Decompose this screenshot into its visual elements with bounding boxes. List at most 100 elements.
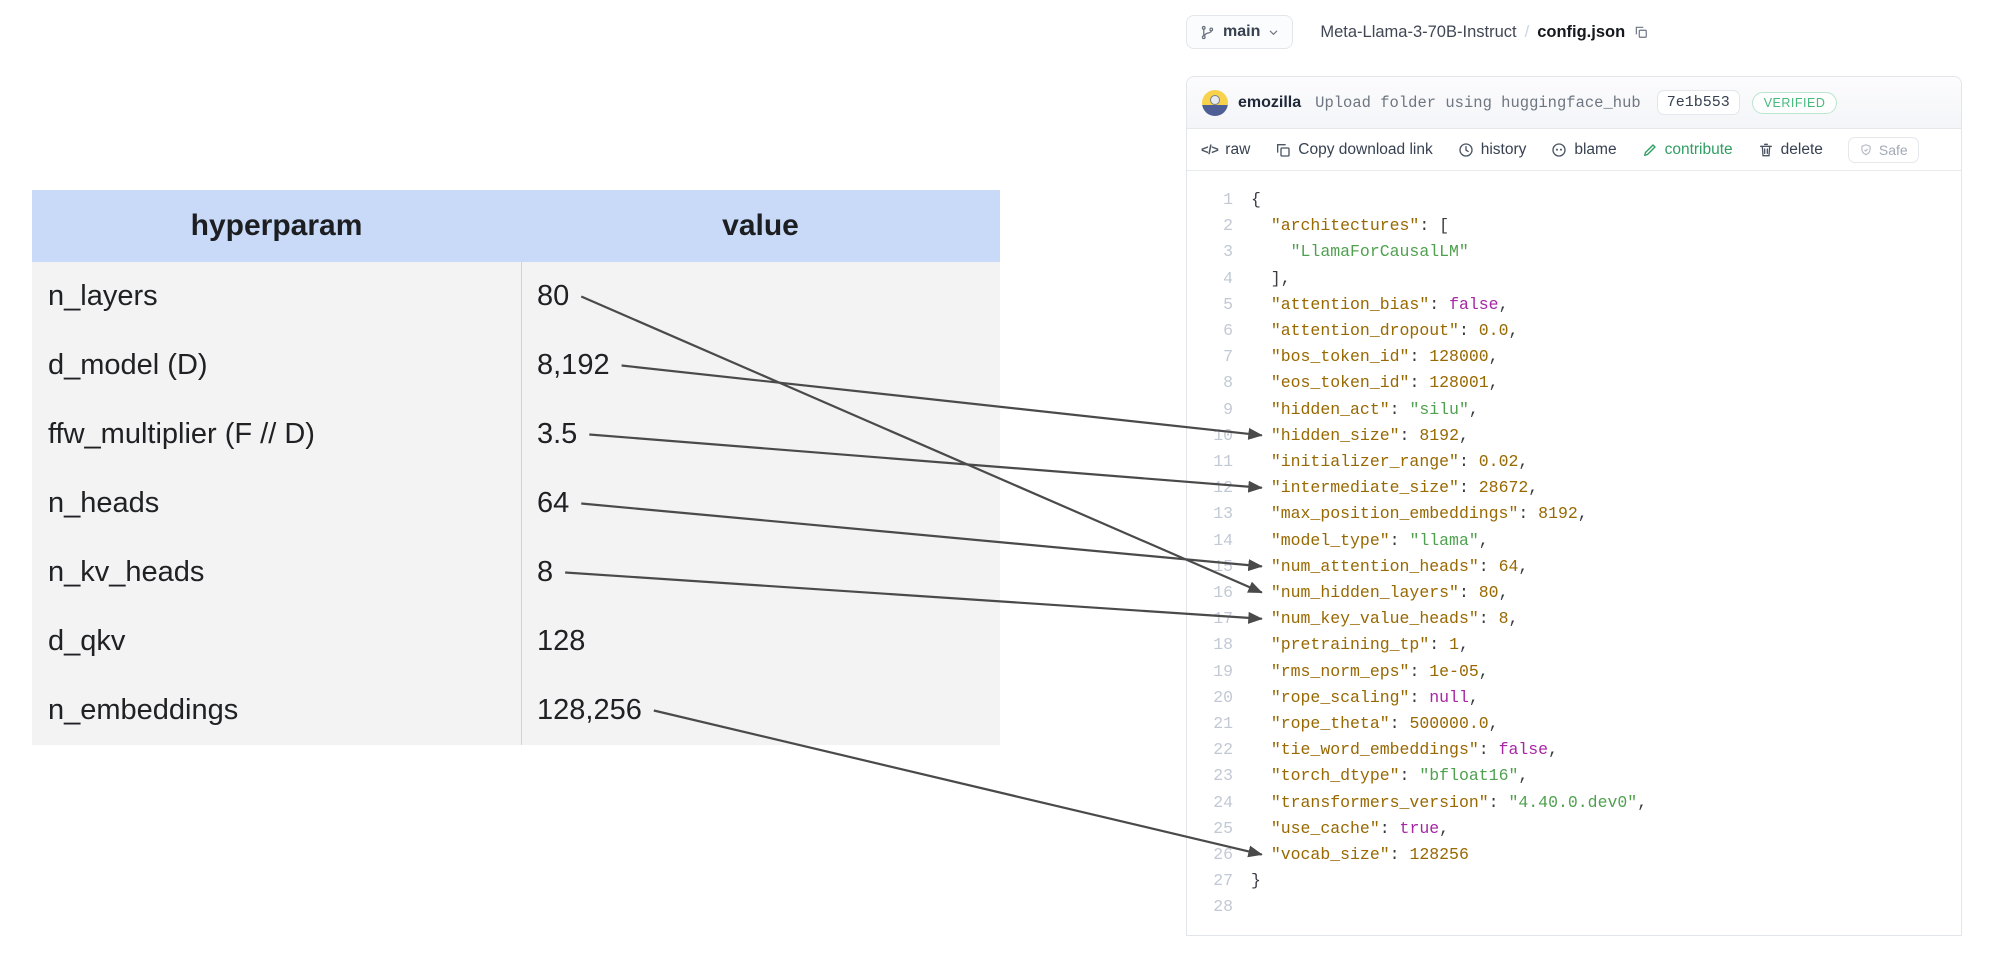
table-row: ffw_multiplier (F // D)3.5 <box>32 400 1000 469</box>
value-cell: 3.5 <box>521 400 1000 469</box>
line-number[interactable]: 4 <box>1187 266 1233 292</box>
breadcrumb: Meta-Llama-3-70B-Instruct / config.json <box>1320 23 1648 42</box>
line-number[interactable]: 26 <box>1187 842 1233 868</box>
value-cell: 128 <box>521 607 1000 676</box>
commit-hash[interactable]: 7e1b553 <box>1657 90 1740 115</box>
param-cell: n_layers <box>32 280 521 313</box>
code-line-content: "rope_theta": 500000.0, <box>1251 711 1499 737</box>
param-cell: n_heads <box>32 487 521 520</box>
blame-button[interactable]: blame <box>1551 141 1616 159</box>
delete-button[interactable]: delete <box>1758 141 1823 159</box>
code-line-content: "attention_dropout": 0.0, <box>1251 318 1518 344</box>
copy-icon <box>1275 142 1291 158</box>
commit-author[interactable]: emozilla <box>1238 94 1301 112</box>
line-number[interactable]: 13 <box>1187 501 1233 527</box>
line-number[interactable]: 22 <box>1187 737 1233 763</box>
code-line: 5 "attention_bias": false, <box>1187 292 1961 318</box>
code-icon: </> <box>1201 142 1218 157</box>
commit-message: Upload folder using huggingface_hub <box>1315 94 1641 112</box>
line-number[interactable]: 27 <box>1187 868 1233 894</box>
line-number[interactable]: 20 <box>1187 685 1233 711</box>
file-header-row: main Meta-Llama-3-70B-Instruct / config.… <box>1186 12 1962 52</box>
line-number[interactable]: 19 <box>1187 659 1233 685</box>
line-number[interactable]: 12 <box>1187 475 1233 501</box>
code-line: 15 "num_attention_heads": 64, <box>1187 554 1961 580</box>
line-number[interactable]: 6 <box>1187 318 1233 344</box>
shield-check-icon <box>1859 143 1873 157</box>
breadcrumb-repo-link[interactable]: Meta-Llama-3-70B-Instruct <box>1320 23 1516 42</box>
code-line: 22 "tie_word_embeddings": false, <box>1187 737 1961 763</box>
value-text: 8,192 <box>537 349 610 382</box>
breadcrumb-separator: / <box>1525 23 1530 42</box>
code-line-content: "max_position_embeddings": 8192, <box>1251 501 1588 527</box>
line-number[interactable]: 15 <box>1187 554 1233 580</box>
history-label: history <box>1481 141 1527 159</box>
table-row: d_qkv128 <box>32 607 1000 676</box>
line-number[interactable]: 17 <box>1187 606 1233 632</box>
contribute-label: contribute <box>1665 141 1733 159</box>
code-line: 13 "max_position_embeddings": 8192, <box>1187 501 1961 527</box>
file-box: emozilla Upload folder using huggingface… <box>1186 76 1962 936</box>
raw-button[interactable]: </> raw <box>1201 141 1250 159</box>
code-line-content: } <box>1251 868 1261 894</box>
line-number[interactable]: 23 <box>1187 763 1233 789</box>
value-text: 3.5 <box>537 418 577 451</box>
code-line-content: "initializer_range": 0.02, <box>1251 449 1528 475</box>
line-number[interactable]: 8 <box>1187 370 1233 396</box>
code-line-content: "model_type": "llama", <box>1251 528 1489 554</box>
code-line: 11 "initializer_range": 0.02, <box>1187 449 1961 475</box>
code-line: 9 "hidden_act": "silu", <box>1187 397 1961 423</box>
line-number[interactable]: 25 <box>1187 816 1233 842</box>
file-toolbar: </> raw Copy download link history blam <box>1187 129 1961 171</box>
branch-name: main <box>1223 23 1260 41</box>
history-button[interactable]: history <box>1458 141 1527 159</box>
blame-face-icon <box>1551 142 1567 158</box>
value-text: 80 <box>537 280 569 313</box>
code-line-content: "pretraining_tp": 1, <box>1251 632 1469 658</box>
code-line: 4 ], <box>1187 266 1961 292</box>
table-row: d_model (D) 8,192 <box>32 331 1000 400</box>
safe-badge[interactable]: Safe <box>1848 137 1919 163</box>
safe-label: Safe <box>1879 142 1908 158</box>
line-number[interactable]: 24 <box>1187 790 1233 816</box>
code-line: 24 "transformers_version": "4.40.0.dev0"… <box>1187 790 1961 816</box>
code-line-content: "intermediate_size": 28672, <box>1251 475 1538 501</box>
line-number[interactable]: 3 <box>1187 239 1233 265</box>
line-number[interactable]: 16 <box>1187 580 1233 606</box>
code-line-content: "LlamaForCausalLM" <box>1251 239 1469 265</box>
avatar-goggle <box>1210 95 1220 105</box>
line-number[interactable]: 14 <box>1187 528 1233 554</box>
line-number[interactable]: 10 <box>1187 423 1233 449</box>
verified-badge[interactable]: VERIFIED <box>1752 92 1838 114</box>
code-line-content: "architectures": [ <box>1251 213 1449 239</box>
line-number[interactable]: 18 <box>1187 632 1233 658</box>
avatar[interactable] <box>1202 90 1228 116</box>
code-line-content: "attention_bias": false, <box>1251 292 1508 318</box>
value-text: 128,256 <box>537 694 642 727</box>
line-number[interactable]: 1 <box>1187 187 1233 213</box>
value-cell: 8,192 <box>521 331 1000 400</box>
table-row: n_embeddings128,256 <box>32 676 1000 745</box>
code-line-content: { <box>1251 187 1261 213</box>
line-number[interactable]: 2 <box>1187 213 1233 239</box>
code-line: 16 "num_hidden_layers": 80, <box>1187 580 1961 606</box>
line-number[interactable]: 9 <box>1187 397 1233 423</box>
table-row: n_heads64 <box>32 469 1000 538</box>
copy-download-link-label: Copy download link <box>1298 141 1432 159</box>
copy-filename-icon[interactable] <box>1634 25 1648 39</box>
branch-selector[interactable]: main <box>1186 15 1293 49</box>
value-text: 8 <box>537 556 553 589</box>
line-number[interactable]: 28 <box>1187 894 1233 920</box>
contribute-button[interactable]: contribute <box>1642 141 1733 159</box>
line-number[interactable]: 11 <box>1187 449 1233 475</box>
raw-label: raw <box>1225 141 1250 159</box>
line-number[interactable]: 7 <box>1187 344 1233 370</box>
line-number[interactable]: 5 <box>1187 292 1233 318</box>
code-line-content: "num_hidden_layers": 80, <box>1251 580 1508 606</box>
line-number[interactable]: 21 <box>1187 711 1233 737</box>
trash-icon <box>1758 142 1774 158</box>
param-cell: d_model (D) <box>32 349 521 382</box>
code-line: 26 "vocab_size": 128256 <box>1187 842 1961 868</box>
code-line: 6 "attention_dropout": 0.0, <box>1187 318 1961 344</box>
copy-download-link-button[interactable]: Copy download link <box>1275 141 1432 159</box>
